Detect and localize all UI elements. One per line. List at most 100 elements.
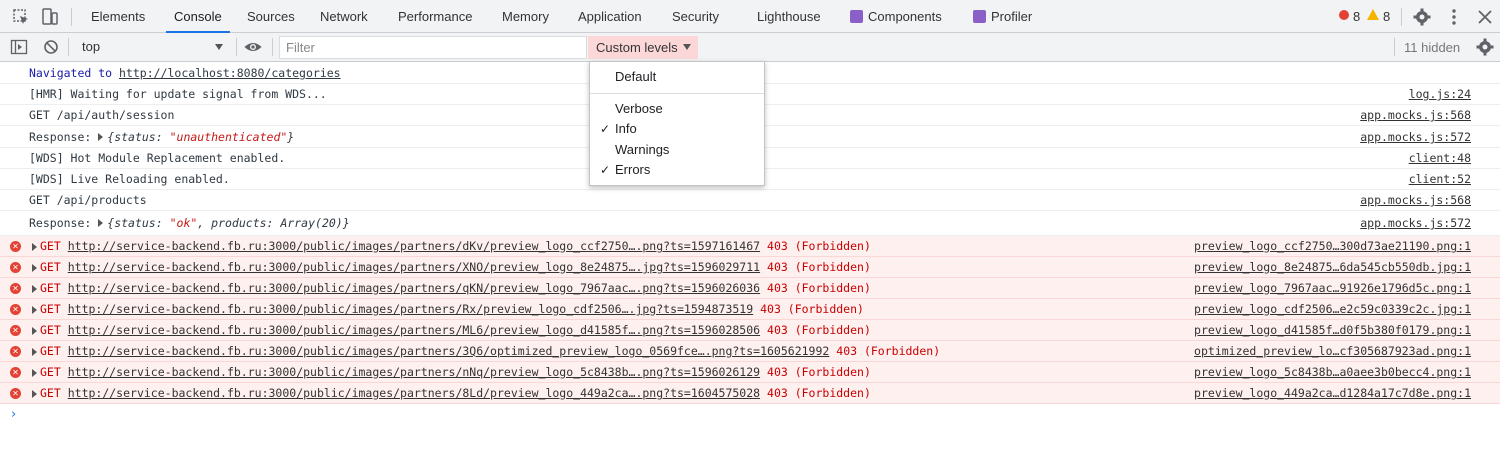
clear-console-icon[interactable] [41,37,61,57]
warning-count-icon[interactable] [1367,9,1379,20]
error-message: GET http://service-backend.fb.ru:3000/pu… [40,362,871,383]
error-message: GET http://service-backend.fb.ru:3000/pu… [40,278,871,299]
menu-item-errors[interactable]: ✓ Errors [590,160,764,180]
error-url-link[interactable]: http://service-backend.fb.ru:3000/public… [68,386,760,400]
source-link[interactable]: preview_logo_5c8438b…a0aee3b0becc4.png:1 [1194,362,1471,383]
error-url-link[interactable]: http://service-backend.fb.ru:3000/public… [68,365,760,379]
error-url-link[interactable]: http://service-backend.fb.ru:3000/public… [68,344,830,358]
tab-elements[interactable]: Elements [91,0,145,33]
error-message: GET http://service-backend.fb.ru:3000/pu… [40,320,871,341]
navigated-url-link[interactable]: http://localhost:8080/categories [119,66,341,80]
error-message: GET http://service-backend.fb.ru:3000/pu… [40,383,871,404]
tab-components[interactable]: Components [850,0,942,33]
console-message: Response: {status: "unauthenticated"} [29,126,294,148]
expand-triangle-icon[interactable] [32,369,37,377]
checkmark-icon: ✓ [600,122,611,136]
error-icon: ✕ [10,241,21,252]
menu-item-verbose[interactable]: Verbose [590,99,764,119]
sidebar-toggle-icon[interactable] [9,37,29,57]
menu-item-warnings[interactable]: Warnings [590,140,764,160]
menu-item-default[interactable]: Default [590,67,764,87]
error-method: GET [40,386,61,400]
expand-triangle-icon[interactable] [32,285,37,293]
error-row[interactable]: ✕ GET http://service-backend.fb.ru:3000/… [0,383,1500,404]
error-row[interactable]: ✕ GET http://service-backend.fb.ru:3000/… [0,257,1500,278]
error-row[interactable]: ✕ GET http://service-backend.fb.ru:3000/… [0,341,1500,362]
error-url-link[interactable]: http://service-backend.fb.ru:3000/public… [68,302,753,316]
tab-performance[interactable]: Performance [398,0,472,33]
inspect-element-icon[interactable] [11,7,31,27]
console-message: [HMR] Waiting for update signal from WDS… [29,87,327,101]
source-link[interactable]: client:48 [1409,148,1471,169]
error-count[interactable]: 8 [1353,0,1360,34]
source-link[interactable]: optimized_preview_lo…cf305687923ad.png:1 [1194,341,1471,362]
error-status: 403 (Forbidden) [767,323,871,337]
error-method: GET [40,260,61,274]
response-label: Response: [29,130,92,144]
error-method: GET [40,365,61,379]
error-count-icon[interactable] [1339,10,1349,20]
source-link[interactable]: preview_logo_cdf2506…e2c59c0339c2c.jpg:1 [1194,299,1471,320]
close-icon[interactable] [1475,7,1495,27]
menu-item-info[interactable]: ✓ Info [590,119,764,139]
source-link[interactable]: app.mocks.js:572 [1360,126,1471,148]
source-link[interactable]: log.js:24 [1409,84,1471,105]
error-icon: ✕ [10,262,21,273]
tab-network[interactable]: Network [320,0,368,33]
error-icon: ✕ [10,283,21,294]
tab-application[interactable]: Application [578,0,642,33]
expand-triangle-icon[interactable] [98,219,104,227]
live-expression-eye-icon[interactable] [243,37,263,57]
error-row[interactable]: ✕ GET http://service-backend.fb.ru:3000/… [0,320,1500,341]
tab-console[interactable]: Console [166,0,230,33]
expand-triangle-icon[interactable] [32,306,37,314]
error-row[interactable]: ✕ GET http://service-backend.fb.ru:3000/… [0,362,1500,383]
console-prompt[interactable]: › [11,407,16,422]
tab-sources[interactable]: Sources [247,0,295,33]
tab-security[interactable]: Security [672,0,719,33]
source-link[interactable]: app.mocks.js:572 [1360,211,1471,236]
object-key: products [211,216,267,230]
error-url-link[interactable]: http://service-backend.fb.ru:3000/public… [68,281,760,295]
error-url-link[interactable]: http://service-backend.fb.ru:3000/public… [68,323,760,337]
source-link[interactable]: app.mocks.js:568 [1360,105,1471,126]
hidden-messages-count: 11 hidden [1404,40,1461,55]
object-preview[interactable]: {status: "ok", products: Array(20)} [107,216,349,230]
source-link[interactable]: app.mocks.js:568 [1360,190,1471,211]
tab-profiler[interactable]: Profiler [973,0,1032,33]
chevron-down-icon [215,44,223,50]
tab-lighthouse[interactable]: Lighthouse [757,0,821,33]
error-row[interactable]: ✕ GET http://service-backend.fb.ru:3000/… [0,299,1500,320]
object-value: "unauthenticated" [169,130,288,144]
log-levels-dropdown[interactable]: Custom levels [588,36,698,59]
error-icon: ✕ [10,325,21,336]
tab-memory[interactable]: Memory [502,0,549,33]
expand-triangle-icon[interactable] [32,264,37,272]
error-icon: ✕ [10,388,21,399]
error-url-link[interactable]: http://service-backend.fb.ru:3000/public… [68,239,760,253]
device-toolbar-icon[interactable] [40,7,60,27]
warning-count[interactable]: 8 [1383,0,1390,34]
error-row[interactable]: ✕ GET http://service-backend.fb.ru:3000/… [0,278,1500,299]
more-options-icon[interactable] [1444,7,1464,27]
error-row[interactable]: ✕ GET http://service-backend.fb.ru:3000/… [0,236,1500,257]
error-url-link[interactable]: http://service-backend.fb.ru:3000/public… [68,260,760,274]
source-link[interactable]: preview_logo_449a2ca…d1284a17c7d8e.png:1 [1194,383,1471,404]
source-link[interactable]: preview_logo_8e24875…6da545cb550db.jpg:1 [1194,257,1471,278]
expand-triangle-icon[interactable] [32,243,37,251]
navigated-label: Navigated to [29,66,113,80]
source-link[interactable]: preview_logo_ccf2750…300d73ae21190.png:1 [1194,236,1471,257]
expand-triangle-icon[interactable] [32,348,37,356]
context-selector[interactable]: top [74,36,230,58]
expand-triangle-icon[interactable] [32,327,37,335]
source-link[interactable]: preview_logo_d41585f…d0f5b380f0179.png:1 [1194,320,1471,341]
settings-gear-icon[interactable] [1412,7,1432,27]
menu-item-label: Verbose [615,101,663,116]
source-link[interactable]: client:52 [1409,169,1471,190]
object-preview[interactable]: {status: "unauthenticated"} [107,130,294,144]
filter-input[interactable] [279,36,587,59]
expand-triangle-icon[interactable] [98,133,104,141]
source-link[interactable]: preview_logo_7967aac…91926e1796d5c.png:1 [1194,278,1471,299]
console-settings-gear-icon[interactable] [1475,37,1495,57]
expand-triangle-icon[interactable] [32,390,37,398]
